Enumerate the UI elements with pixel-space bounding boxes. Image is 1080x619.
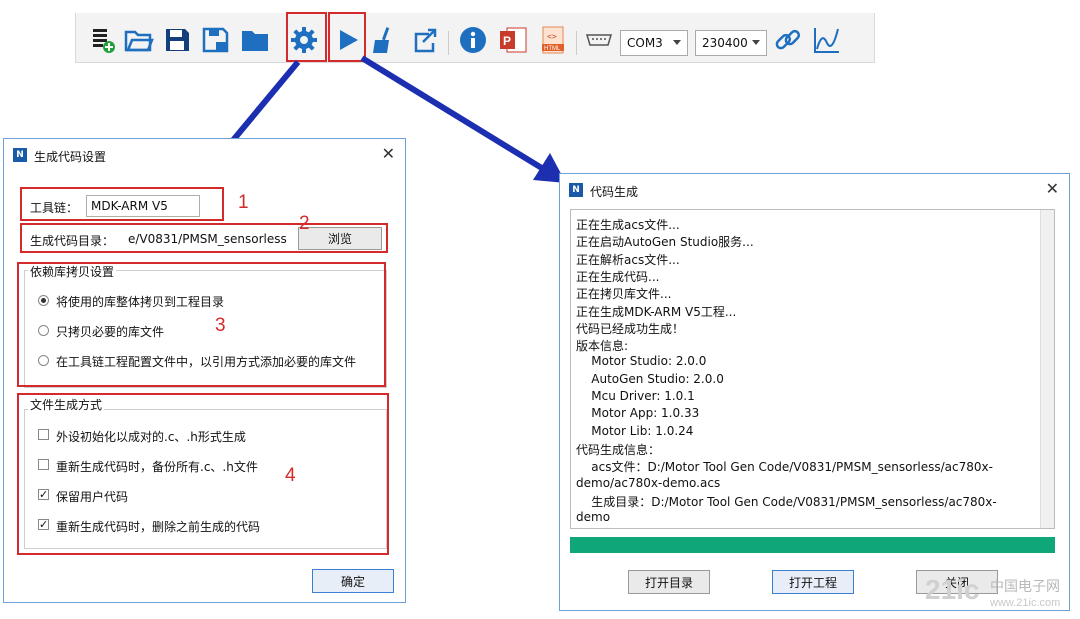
close-icon[interactable]: ✕ [1046,179,1059,198]
log-line: 正在拷贝库文件... [576,287,672,302]
highlight-2 [20,223,388,253]
progress-bar [570,537,1055,553]
log-scrollbar[interactable] [1040,210,1054,528]
open-directory-button[interactable]: 打开目录 [628,570,710,594]
log-line: demo/ac780x-demo.acs [576,475,721,490]
log-line: acs文件：D:/Motor Tool Gen Code/V0831/PMSM_… [576,460,993,475]
log-line: 正在生成代码... [576,269,660,284]
annotation-number: 4 [285,465,296,486]
highlight-4 [17,393,389,555]
code-generation-dialog: N 代码生成 ✕ 正在生成acs文件... 正在启动AutoGen Studio服… [559,173,1070,611]
dialog-titlebar: N 代码生成 ✕ [560,174,1069,206]
app-logo-icon: N [13,148,27,162]
watermark-logo: 21ic [925,574,980,605]
log-line: 生成目录：D:/Motor Tool Gen Code/V0831/PMSM_s… [576,494,997,509]
log-line: 正在生成MDK-ARM V5工程... [576,304,737,319]
log-line: 版本信息: [576,339,629,354]
annotation-number: 1 [238,192,249,213]
log-line: 代码已经成功生成！ [576,321,685,336]
log-line: AutoGen Studio: 2.0.0 [576,371,724,386]
close-icon[interactable]: ✕ [382,144,395,163]
watermark-url: www.21ic.com [990,597,1061,609]
highlight-1 [20,187,224,221]
app-logo-icon: N [569,183,583,197]
log-line: 正在启动AutoGen Studio服务... [576,235,754,250]
watermark-text: 中国电子网 [990,578,1060,594]
log-line: Motor Lib: 1.0.24 [576,423,694,438]
dialog-title: 代码生成 [590,185,639,199]
log-line: 正在生成acs文件... [576,218,680,232]
log-line: Mcu Driver: 1.0.1 [576,389,695,403]
log-output: 正在生成acs文件... 正在启动AutoGen Studio服务... 正在解析a… [570,209,1055,529]
annotation-number: 3 [215,315,226,336]
log-line: demo [576,510,611,525]
log-line: Motor Studio: 2.0.0 [576,354,707,369]
log-line: 正在解析acs文件... [576,252,680,267]
ok-button[interactable]: 确定 [312,569,394,593]
dialog-titlebar: N 生成代码设置 ✕ [4,139,405,171]
log-line: 代码生成信息： [576,442,661,457]
annotation-number: 2 [299,213,310,234]
log-line: Motor App: 1.0.33 [576,406,700,421]
dialog-title: 生成代码设置 [34,150,107,164]
open-project-button[interactable]: 打开工程 [772,570,854,594]
highlight-3 [17,262,386,387]
